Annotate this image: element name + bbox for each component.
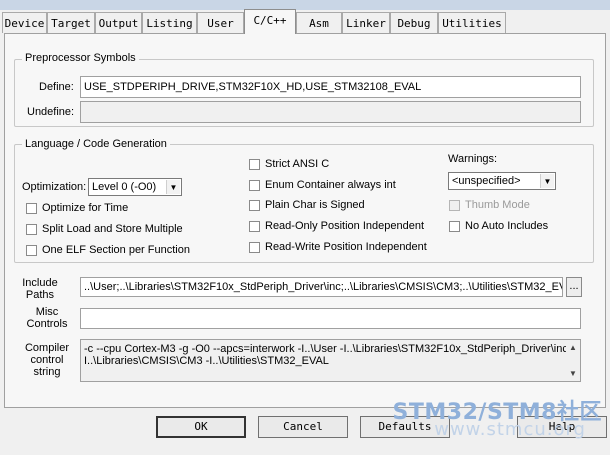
optimization-label: Optimization: bbox=[22, 181, 87, 193]
scroll-up-icon[interactable]: ▲ bbox=[568, 342, 578, 354]
misc-controls-input[interactable] bbox=[80, 308, 581, 329]
chevron-down-icon: ▼ bbox=[540, 174, 554, 188]
enum-container-checkbox[interactable] bbox=[249, 180, 260, 191]
tab-debug[interactable]: Debug bbox=[390, 12, 438, 33]
warnings-select[interactable]: <unspecified> ▼ bbox=[448, 172, 556, 190]
compiler-control-string: -c --cpu Cortex-M3 -g -O0 --apcs=interwo… bbox=[80, 339, 581, 382]
tab-target[interactable]: Target bbox=[47, 12, 95, 33]
compiler-control-line1: -c --cpu Cortex-M3 -g -O0 --apcs=interwo… bbox=[84, 343, 566, 355]
tab-device[interactable]: Device bbox=[2, 12, 47, 33]
compiler-control-label: Compiler control string bbox=[14, 342, 80, 378]
enum-container-label: Enum Container always int bbox=[265, 179, 396, 191]
tab-linker[interactable]: Linker bbox=[342, 12, 390, 33]
plain-char-checkbox[interactable] bbox=[249, 200, 260, 211]
watermark-url: www.stmcu.org bbox=[434, 419, 586, 440]
warnings-select-value: <unspecified> bbox=[452, 175, 521, 187]
optimization-select[interactable]: Level 0 (-O0) ▼ bbox=[88, 178, 182, 196]
readonly-position-label: Read-Only Position Independent bbox=[265, 220, 424, 232]
include-paths-label: Include Paths bbox=[14, 277, 66, 301]
thumb-mode-label: Thumb Mode bbox=[465, 199, 530, 211]
ok-button[interactable]: OK bbox=[156, 416, 246, 438]
tab-c-cpp[interactable]: C/C++ bbox=[244, 9, 296, 34]
tab-user[interactable]: User bbox=[197, 12, 244, 33]
define-label: Define: bbox=[39, 81, 74, 93]
compiler-control-line2: I..\Libraries\CMSIS\CM3 -I..\Utilities\S… bbox=[84, 355, 329, 367]
optimization-select-value: Level 0 (-O0) bbox=[92, 181, 157, 193]
tab-utilities[interactable]: Utilities bbox=[438, 12, 506, 33]
readonly-position-checkbox[interactable] bbox=[249, 221, 260, 232]
no-auto-includes-label: No Auto Includes bbox=[465, 220, 549, 232]
misc-controls-label: Misc Controls bbox=[14, 306, 80, 330]
split-load-label: Split Load and Store Multiple bbox=[42, 223, 183, 235]
misc-controls-label-line1: Misc bbox=[35, 306, 59, 318]
optimize-time-checkbox[interactable] bbox=[26, 203, 37, 214]
tab-listing[interactable]: Listing bbox=[142, 12, 197, 33]
chevron-down-icon: ▼ bbox=[166, 180, 180, 194]
split-load-checkbox[interactable] bbox=[26, 224, 37, 235]
undefine-label: Undefine: bbox=[27, 106, 75, 118]
tab-asm[interactable]: Asm bbox=[296, 12, 342, 33]
define-input[interactable]: USE_STDPERIPH_DRIVE,STM32F10X_HD,USE_STM… bbox=[80, 76, 581, 98]
plain-char-label: Plain Char is Signed bbox=[265, 199, 365, 211]
strict-ansi-checkbox[interactable] bbox=[249, 159, 260, 170]
thumb-mode-checkbox[interactable] bbox=[449, 200, 460, 211]
optimize-time-label: Optimize for Time bbox=[42, 202, 129, 214]
no-auto-includes-checkbox[interactable] bbox=[449, 221, 460, 232]
tab-output[interactable]: Output bbox=[95, 12, 142, 33]
one-elf-label: One ELF Section per Function bbox=[42, 244, 190, 256]
compiler-control-label-line2: control bbox=[30, 354, 64, 366]
scroll-down-icon[interactable]: ▼ bbox=[568, 368, 578, 380]
include-paths-label-line2: Paths bbox=[25, 289, 55, 301]
cancel-button[interactable]: Cancel bbox=[258, 416, 348, 438]
strict-ansi-label: Strict ANSI C bbox=[265, 158, 330, 170]
compiler-control-label-line3: string bbox=[33, 366, 61, 378]
readwrite-position-checkbox[interactable] bbox=[249, 242, 260, 253]
include-paths-browse-button[interactable]: ... bbox=[566, 277, 582, 297]
warnings-label: Warnings: bbox=[448, 153, 498, 165]
compiler-control-label-line1: Compiler bbox=[24, 342, 69, 354]
misc-controls-label-line2: Controls bbox=[26, 318, 68, 330]
preprocessor-group-title: Preprocessor Symbols bbox=[22, 52, 139, 64]
include-paths-input[interactable]: ..\User;..\Libraries\STM32F10x_StdPeriph… bbox=[80, 277, 563, 297]
include-paths-label-line1: Include bbox=[22, 277, 58, 289]
readwrite-position-label: Read-Write Position Independent bbox=[265, 241, 427, 253]
window-title-strip bbox=[0, 0, 610, 10]
undefine-input[interactable] bbox=[80, 101, 581, 123]
one-elf-checkbox[interactable] bbox=[26, 245, 37, 256]
language-group-title: Language / Code Generation bbox=[22, 138, 170, 150]
